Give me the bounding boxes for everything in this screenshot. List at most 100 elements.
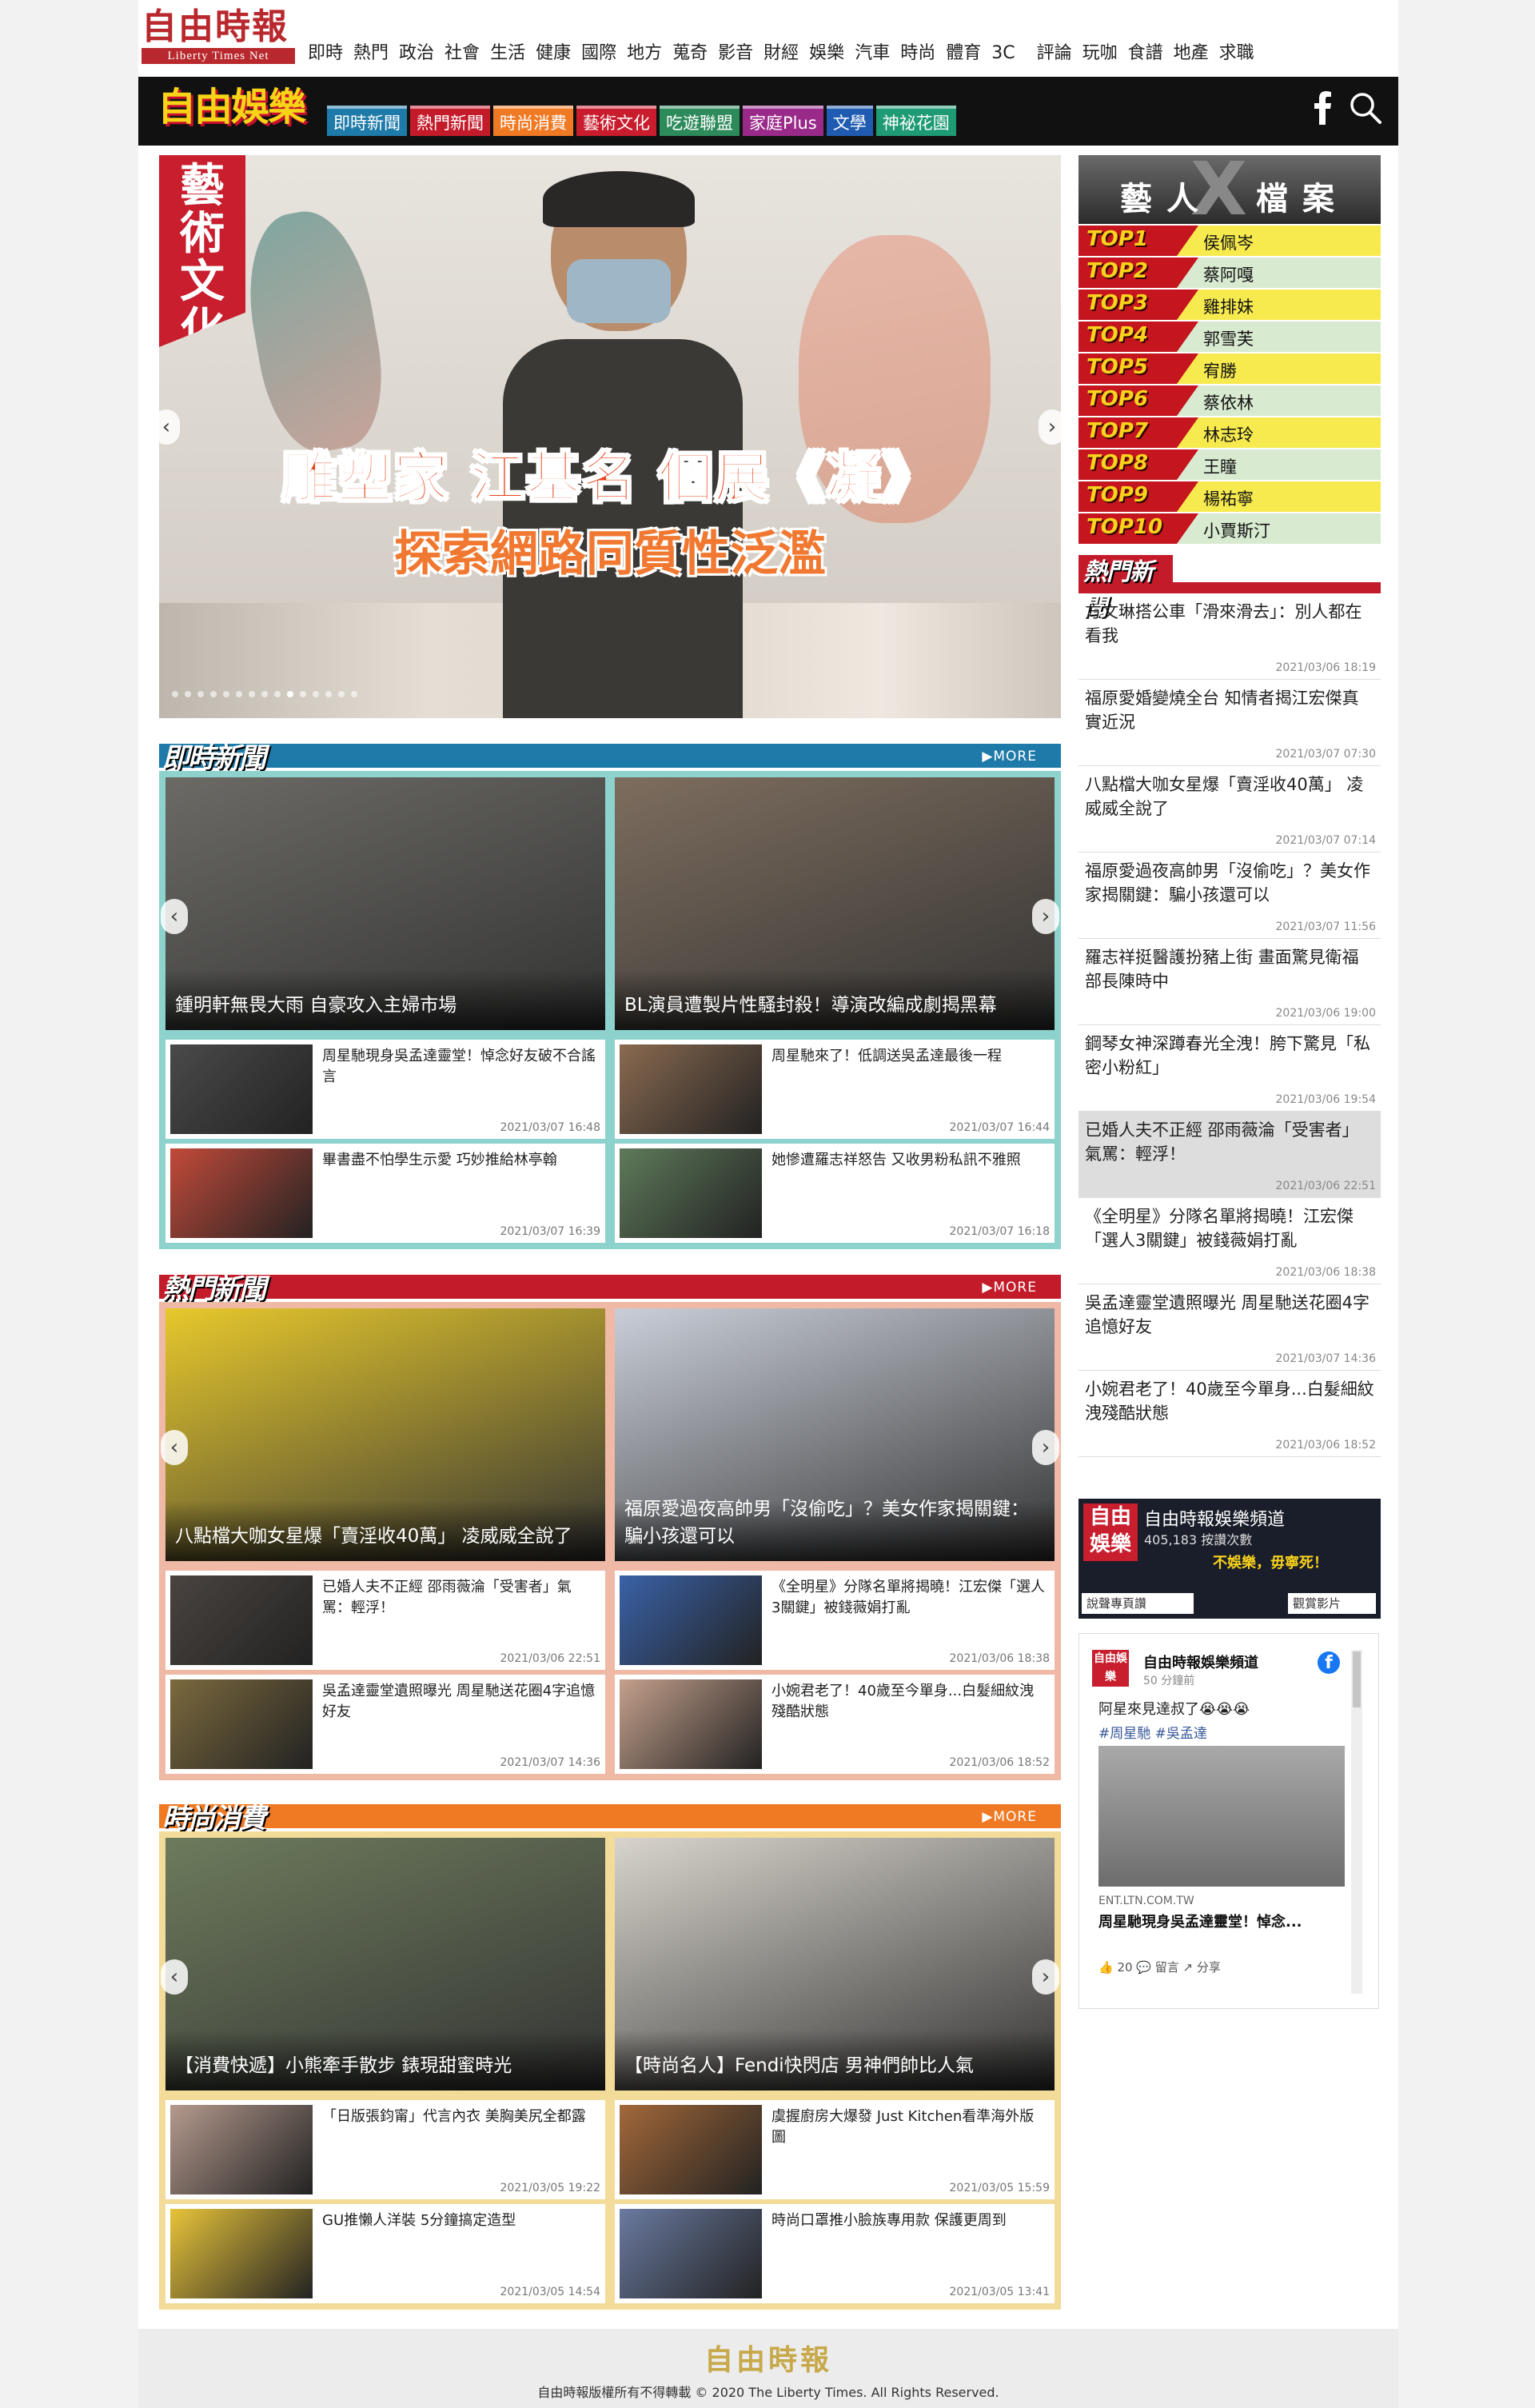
news-thumbnail[interactable] (170, 1044, 313, 1134)
hero-next-button[interactable]: › (1039, 409, 1061, 445)
hero-prev-button[interactable]: ‹ (159, 409, 180, 445)
nav-item-life[interactable]: 生活 (490, 42, 525, 66)
nav-item-sports[interactable]: 體育 (946, 42, 981, 66)
more-link[interactable]: ▶MORE (982, 1280, 1037, 1296)
hero-dot[interactable] (223, 691, 229, 697)
artist-rank-row[interactable]: TOP1 侯佩岑 (1078, 226, 1381, 256)
hot-news-title[interactable]: 羅志祥挺醫護扮豬上街 畫面驚見衛福部長陳時中 (1085, 945, 1374, 993)
featured-card[interactable]: 【時尚名人】Fendi快閃店 男神們帥比人氣 (615, 1838, 1055, 2091)
fb-post-scrollbar[interactable] (1351, 1650, 1362, 1994)
fb-post-page-name[interactable]: 自由時報娛樂頻道 (1143, 1651, 1258, 1672)
hot-news-title[interactable]: 方文琳搭公車「滑來滑去」：別人都在看我 (1085, 600, 1374, 648)
hot-news-item[interactable]: 已婚人夫不正經 邵雨薇淪「受害者」氣罵：輕浮！ 2021/03/06 22:51 (1078, 1112, 1381, 1198)
news-title[interactable]: 虞握廚房大爆發 Just Kitchen看準海外版圖 (771, 2107, 1048, 2148)
ent-tab-7[interactable]: 神祕花園 (875, 106, 956, 136)
news-thumbnail[interactable] (620, 2105, 762, 2194)
artist-rank-row[interactable]: TOP3 雞排妹 (1078, 290, 1381, 320)
featured-card[interactable]: BL演員遭製片性騷封殺！導演改編成劇揭黑幕 (615, 777, 1055, 1030)
hot-news-title[interactable]: 《全明星》分隊名單將揭曉！江宏傑「選人3關鍵」被錢薇娟打亂 (1085, 1204, 1374, 1252)
news-card[interactable]: 時尚口罩推小臉族專用款 保護更周到 2021/03/05 13:41 (615, 2204, 1055, 2303)
featured-prev-button[interactable]: ‹ (161, 1430, 188, 1465)
featured-title[interactable]: BL演員遭製片性騷封殺！導演改編成劇揭黑幕 (624, 992, 1045, 1019)
hero-slider[interactable]: 藝術文化 雕塑家 江基名 個展《凝》 探索網路同質性泛濫 ‹ › (159, 155, 1061, 718)
fb-post-actions[interactable]: 👍 20 💬 留言 ↗ 分享 (1098, 1959, 1221, 1975)
news-title[interactable]: GU推懶人洋裝 5分鐘搞定造型 (322, 2210, 599, 2231)
featured-next-button[interactable]: › (1032, 1959, 1059, 1995)
featured-title[interactable]: 鍾明軒無畏大雨 自豪攻入主婦市場 (175, 992, 596, 1019)
hero-dot[interactable] (351, 691, 357, 697)
news-card[interactable]: 畢書盡不怕學生示愛 巧妙推給林亭翰 2021/03/07 16:39 (165, 1144, 605, 1243)
ent-tab-0[interactable]: 即時新聞 (327, 106, 407, 136)
hot-news-item[interactable]: 八點檔大咖女星爆「賣淫收40萬」 凌威威全說了 2021/03/07 07:14 (1078, 766, 1381, 853)
artist-rank-row[interactable]: TOP2 蔡阿嘎 (1078, 258, 1381, 288)
featured-title[interactable]: 【消費快遞】小熊牽手散步 錶現甜蜜時光 (175, 2052, 596, 2079)
news-thumbnail[interactable] (170, 1679, 313, 1769)
featured-next-button[interactable]: › (1032, 899, 1059, 934)
fb-watch-video-button[interactable]: 觀賞影片 (1288, 1593, 1376, 1614)
hot-news-item[interactable]: 福原愛婚變燒全台 知情者揭江宏傑真實近況 2021/03/07 07:30 (1078, 680, 1381, 766)
ent-tab-2[interactable]: 時尚消費 (493, 106, 573, 136)
nav-item-jobs[interactable]: 求職 (1219, 42, 1254, 66)
ent-tab-5[interactable]: 家庭Plus (743, 106, 823, 136)
nav-item-society[interactable]: 社會 (445, 42, 480, 66)
nav-item-finance[interactable]: 財經 (764, 42, 799, 66)
fb-banner-name[interactable]: 自由時報娛樂頻道 (1144, 1505, 1285, 1531)
hero-dot[interactable] (313, 691, 319, 697)
featured-prev-button[interactable]: ‹ (161, 899, 188, 934)
featured-prev-button[interactable]: ‹ (161, 1959, 188, 1995)
more-link[interactable]: ▶MORE (982, 749, 1037, 765)
hero-dot[interactable] (249, 691, 255, 697)
hot-news-title[interactable]: 小婉君老了！40歲至今單身...白髮細紋洩殘酷狀態 (1085, 1377, 1374, 1425)
news-thumbnail[interactable] (170, 1148, 313, 1238)
hero-dot[interactable] (236, 691, 242, 697)
news-thumbnail[interactable] (170, 1575, 313, 1665)
news-card[interactable]: 吳孟達靈堂遺照曝光 周星馳送花圈4字追憶好友 2021/03/07 14:36 (165, 1675, 605, 1774)
news-thumbnail[interactable] (620, 1044, 762, 1134)
news-thumbnail[interactable] (620, 2209, 762, 2298)
news-title[interactable]: 畢書盡不怕學生示愛 巧妙推給林亭翰 (322, 1150, 599, 1171)
hero-dot[interactable] (197, 691, 204, 697)
news-thumbnail[interactable] (620, 1148, 762, 1238)
artist-name[interactable]: 小賈斯汀 (1203, 518, 1270, 542)
artist-name[interactable]: 雞排妹 (1203, 294, 1254, 318)
fb-logo-icon[interactable]: f (1318, 1651, 1340, 1674)
fb-like-button[interactable]: 說聲專頁讚 (1082, 1593, 1194, 1614)
nav-item-novelty[interactable]: 蒐奇 (672, 42, 708, 66)
hot-news-item[interactable]: 吳孟達靈堂遺照曝光 周星馳送花圈4字追憶好友 2021/03/07 14:36 (1078, 1284, 1381, 1371)
hot-news-item[interactable]: 小婉君老了！40歲至今單身...白髮細紋洩殘酷狀態 2021/03/06 18:5… (1078, 1371, 1381, 1457)
section-title[interactable]: 時尚消費 (159, 1796, 266, 1835)
hot-news-title[interactable]: 福原愛婚變燒全台 知情者揭江宏傑真實近況 (1085, 686, 1374, 734)
section-title[interactable]: 熱門新聞 (159, 1267, 266, 1306)
hero-dot[interactable] (185, 691, 191, 697)
artist-rank-row[interactable]: TOP4 郭雪芙 (1078, 321, 1381, 352)
nav-item-health[interactable]: 健康 (536, 42, 571, 66)
search-icon[interactable] (1349, 91, 1382, 125)
ent-tab-1[interactable]: 熱門新聞 (410, 106, 490, 136)
ent-tab-6[interactable]: 文學 (826, 106, 873, 136)
hot-news-title[interactable]: 八點檔大咖女星爆「賣淫收40萬」 凌威威全說了 (1085, 773, 1374, 821)
news-card[interactable]: 《全明星》分隊名單將揭曉！江宏傑「選人3關鍵」被錢薇娟打亂 2021/03/06 … (615, 1571, 1055, 1670)
hot-news-title[interactable]: 吳孟達靈堂遺照曝光 周星馳送花圈4字追憶好友 (1085, 1291, 1374, 1339)
news-card[interactable]: 已婚人夫不正經 邵雨薇淪「受害者」氣罵：輕浮！ 2021/03/06 22:51 (165, 1571, 605, 1670)
featured-next-button[interactable]: › (1032, 1430, 1059, 1465)
fb-post-headline[interactable]: 周星馳現身吳孟達靈堂！悼念... (1098, 1911, 1345, 1931)
nav-item-recipe[interactable]: 食譜 (1128, 42, 1163, 66)
featured-card[interactable]: 鍾明軒無畏大雨 自豪攻入主婦市場 (165, 777, 605, 1030)
fb-post-avatar[interactable]: 自由娛樂 (1092, 1650, 1129, 1687)
news-title[interactable]: 周星馳現身吳孟達靈堂！悼念好友破不合謠言 (322, 1046, 599, 1088)
news-card[interactable]: 周星馳來了！低調送吳孟達最後一程 2021/03/07 16:44 (615, 1040, 1055, 1139)
news-title[interactable]: 時尚口罩推小臉族專用款 保護更周到 (771, 2210, 1048, 2231)
artist-name[interactable]: 楊祐寧 (1203, 486, 1254, 510)
artist-rank-row[interactable]: TOP8 王瞳 (1078, 449, 1381, 480)
artist-name[interactable]: 宥勝 (1203, 358, 1237, 382)
ent-tab-3[interactable]: 藝術文化 (576, 106, 656, 136)
featured-card[interactable]: 八點檔大咖女星爆「賣淫收40萬」 凌威威全說了 (165, 1308, 605, 1561)
artist-rank-row[interactable]: TOP6 蔡依林 (1078, 385, 1381, 416)
news-title[interactable]: 已婚人夫不正經 邵雨薇淪「受害者」氣罵：輕浮！ (322, 1577, 599, 1619)
news-title[interactable]: 她慘遭羅志祥怒告 又收男粉私訊不雅照 (771, 1150, 1048, 1171)
fb-post-image[interactable] (1098, 1746, 1345, 1887)
hot-news-title[interactable]: 已婚人夫不正經 邵雨薇淪「受害者」氣罵：輕浮！ (1085, 1118, 1374, 1166)
hot-news-item[interactable]: 方文琳搭公車「滑來滑去」：別人都在看我 2021/03/06 18:19 (1078, 593, 1381, 680)
fb-post-tags[interactable]: #周星馳 #吳孟達 (1098, 1722, 1207, 1742)
nav-item-playmate[interactable]: 玩咖 (1082, 42, 1118, 66)
